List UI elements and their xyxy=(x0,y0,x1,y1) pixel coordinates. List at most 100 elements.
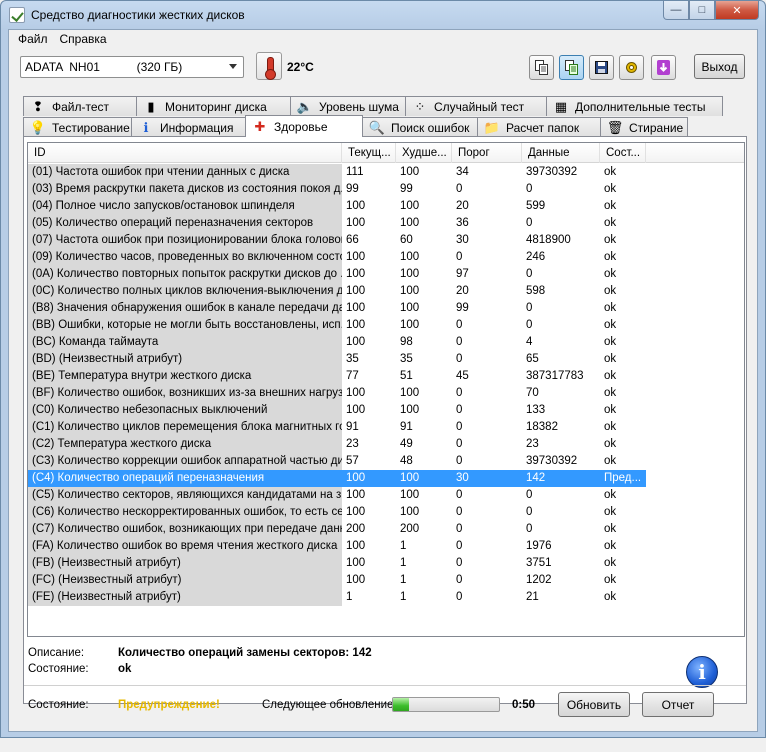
table-row[interactable]: (BB) Ошибки, которые не могли быть восст… xyxy=(28,317,744,334)
table-cell: (C6) Количество нескорректированных ошиб… xyxy=(28,504,342,521)
table-cell: 45 xyxy=(456,370,469,382)
table-row[interactable]: (BF) Количество ошибок, возникших из-за … xyxy=(28,385,744,402)
attribute-state-label: Состояние: xyxy=(28,663,89,675)
table-row[interactable]: (C1) Количество циклов перемещения блока… xyxy=(28,419,744,436)
table-cell: 100 xyxy=(400,166,420,178)
tab-bar-chart[interactable]: ▮ Мониторинг диска xyxy=(136,96,291,116)
disk-select[interactable]: ADATA NH01 (320 ГБ) xyxy=(20,56,244,78)
refresh-button[interactable]: Обновить xyxy=(558,692,630,717)
chevron-down-icon[interactable] xyxy=(229,64,237,69)
table-cell: 35 xyxy=(400,353,413,365)
table-cell: 100 xyxy=(346,336,366,348)
progress-fill xyxy=(393,698,409,711)
table-cell: (BB) Ошибки, которые не могли быть восст… xyxy=(28,317,342,334)
save-button[interactable] xyxy=(589,55,614,80)
table-cell: 200 xyxy=(400,523,420,535)
column-header[interactable]: Порог xyxy=(452,143,522,163)
table-row[interactable]: (BC) Команда таймаута 100 98 0 4 ok xyxy=(28,334,744,351)
table-row[interactable]: (01) Частота ошибок при чтении данных с … xyxy=(28,164,744,181)
menu-file[interactable]: Файл xyxy=(15,30,57,48)
table-row[interactable]: (04) Полное число запусков/остановок шпи… xyxy=(28,198,744,215)
table-row[interactable]: (B8) Значения обнаружения ошибок в канал… xyxy=(28,300,744,317)
tab-extra-tests[interactable]: ▦ Дополнительные тесты xyxy=(546,96,723,116)
table-cell: 0 xyxy=(456,455,463,467)
table-cell: 0 xyxy=(456,251,463,263)
column-header[interactable]: ID xyxy=(28,143,342,163)
table-row[interactable]: (C0) Количество небезопасных выключений 1… xyxy=(28,402,744,419)
table-cell: ok xyxy=(604,183,617,195)
minimize-button[interactable]: — xyxy=(663,1,689,20)
extra-tests-icon: ▦ xyxy=(554,98,568,114)
table-row[interactable]: (C4) Количество операций переназначения 1… xyxy=(28,470,744,487)
table-row[interactable]: (03) Время раскрутки пакета дисков из со… xyxy=(28,181,744,198)
table-cell: 21 xyxy=(526,591,539,603)
table-cell: 100 xyxy=(400,285,420,297)
table-row[interactable]: (0A) Количество повторных попыток раскру… xyxy=(28,266,744,283)
report-button[interactable]: Отчет xyxy=(642,692,714,717)
table-cell: 4818900 xyxy=(526,234,571,246)
table-cell: 100 xyxy=(396,470,452,487)
tab-label: Стирание xyxy=(629,120,684,135)
table-row[interactable]: (BD) (Неизвестный атрибут) 35 35 0 65 ok xyxy=(28,351,744,368)
tab-speaker[interactable]: 🔈 Уровень шума xyxy=(290,96,406,116)
table-row[interactable]: (C3) Количество коррекции ошибок аппарат… xyxy=(28,453,744,470)
column-header[interactable]: Данные xyxy=(522,143,600,163)
tab-lightbulb[interactable]: 💡 Тестирование xyxy=(23,117,132,137)
table-row[interactable]: (C6) Количество нескорректированных ошиб… xyxy=(28,504,744,521)
tab-label: Расчет папок xyxy=(506,120,580,135)
table-cell: 0 xyxy=(526,506,533,518)
table-row[interactable]: (C2) Температура жесткого диска 23 49 0 23 ok xyxy=(28,436,744,453)
copy-button[interactable] xyxy=(529,55,554,80)
tab-health-cross[interactable]: ✚ Здоровье xyxy=(245,115,363,137)
copy-report-button[interactable] xyxy=(559,55,584,80)
column-header[interactable]: Текущ... xyxy=(342,143,396,163)
temperature-value: 22°C xyxy=(287,60,314,74)
table-row[interactable]: (09) Количество часов, проведенных во вк… xyxy=(28,249,744,266)
smart-attributes-table[interactable]: ID Текущ... Худше... Порог Данные Сост... (01… xyxy=(27,142,745,637)
table-row[interactable]: (0C) Количество полных циклов включения-… xyxy=(28,283,744,300)
table-row[interactable]: (BE) Температура внутри жесткого диска 77… xyxy=(28,368,744,385)
tools-button[interactable] xyxy=(619,55,644,80)
tab-folder[interactable]: 📁 Расчет папок xyxy=(477,117,601,137)
table-cell: ok xyxy=(604,302,617,314)
table-row[interactable]: (05) Количество операций переназначения … xyxy=(28,215,744,232)
table-cell: 91 xyxy=(400,421,413,433)
exit-button[interactable]: Выход xyxy=(694,54,745,79)
download-button[interactable] xyxy=(651,55,676,80)
tools-icon xyxy=(626,62,637,73)
tab-trash[interactable]: 🗑 Стирание xyxy=(600,117,688,137)
table-cell: ok xyxy=(604,506,617,518)
table-cell: 100 xyxy=(346,387,366,399)
table-cell: 100 xyxy=(346,302,366,314)
table-row[interactable]: (FA) Количество ошибок во время чтения ж… xyxy=(28,538,744,555)
title-bar[interactable]: Средство диагностики жесткиx дисков — □ … xyxy=(1,1,765,29)
table-cell: 39730392 xyxy=(526,166,578,178)
table-row[interactable]: (07) Частота ошибок при позиционировании… xyxy=(28,232,744,249)
table-row[interactable]: (FC) (Неизвестный атрибут) 100 1 0 1202 ok xyxy=(28,572,744,589)
table-row[interactable]: (C7) Количество ошибок, возникающих при … xyxy=(28,521,744,538)
tab-random-test[interactable]: ⁘ Случайный тест xyxy=(405,96,547,116)
table-cell: 200 xyxy=(346,523,366,535)
info-icon[interactable]: i xyxy=(686,656,718,688)
tab-info[interactable]: ℹ Информация xyxy=(131,117,246,137)
column-header[interactable]: Сост... xyxy=(600,143,646,163)
table-row[interactable]: (FB) (Неизвестный атрибут) 100 1 0 3751 ok xyxy=(28,555,744,572)
menu-help[interactable]: Справка xyxy=(57,30,116,48)
table-cell: 0 xyxy=(456,336,463,348)
maximize-button[interactable]: □ xyxy=(689,1,715,20)
table-cell: ok xyxy=(604,438,617,450)
table-cell: 100 xyxy=(346,574,366,586)
table-cell: (C3) Количество коррекции ошибок аппарат… xyxy=(28,453,342,470)
table-cell: 0 xyxy=(456,489,463,501)
tab-file-test[interactable]: ❢ Файл-тест xyxy=(23,96,137,116)
table-row[interactable]: (FE) (Неизвестный атрибут) 1 1 0 21 ok xyxy=(28,589,744,606)
table-cell: 99 xyxy=(346,183,359,195)
table-row[interactable]: (C5) Количество секторов, являющихся кан… xyxy=(28,487,744,504)
close-button[interactable]: ✕ xyxy=(715,1,759,20)
table-cell: 18382 xyxy=(526,421,558,433)
tab-magnifier[interactable]: 🔍 Поиск ошибок xyxy=(362,117,478,137)
table-cell: 1 xyxy=(400,574,407,586)
table-cell: 100 xyxy=(400,489,420,501)
thermometer-icon[interactable] xyxy=(256,52,282,80)
column-header[interactable]: Худше... xyxy=(396,143,452,163)
